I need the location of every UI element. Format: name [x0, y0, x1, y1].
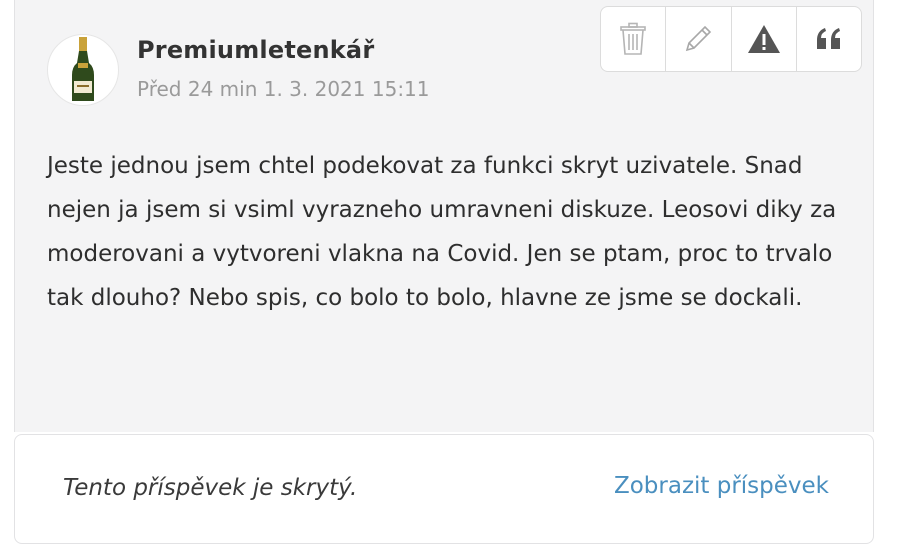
- champagne-bottle-icon: [72, 37, 94, 101]
- trash-icon: [620, 22, 646, 55]
- edit-button[interactable]: [666, 7, 732, 71]
- quote-button[interactable]: [797, 7, 861, 71]
- author-name[interactable]: Premiumletenkář: [137, 36, 374, 64]
- warning-icon: [747, 25, 780, 53]
- show-post-link[interactable]: Zobrazit příspěvek: [614, 473, 829, 499]
- post-actions-toolbar: [600, 6, 862, 72]
- post-timestamp: Před 24 min 1. 3. 2021 15:11: [137, 77, 430, 101]
- quote-icon: [816, 28, 840, 49]
- pencil-icon: [686, 25, 712, 52]
- avatar[interactable]: [47, 34, 119, 106]
- delete-button[interactable]: [601, 7, 667, 71]
- hidden-post-notice: Tento příspěvek je skrytý. Zobrazit přís…: [14, 434, 874, 544]
- post-body: Jeste jednou jsem chtel podekovat za fun…: [47, 153, 837, 311]
- forum-post: Premiumletenkář Před 24 min 1. 3. 2021 1…: [14, 0, 874, 432]
- report-button[interactable]: [732, 7, 797, 71]
- hidden-post-message: Tento příspěvek je skrytý.: [63, 475, 358, 501]
